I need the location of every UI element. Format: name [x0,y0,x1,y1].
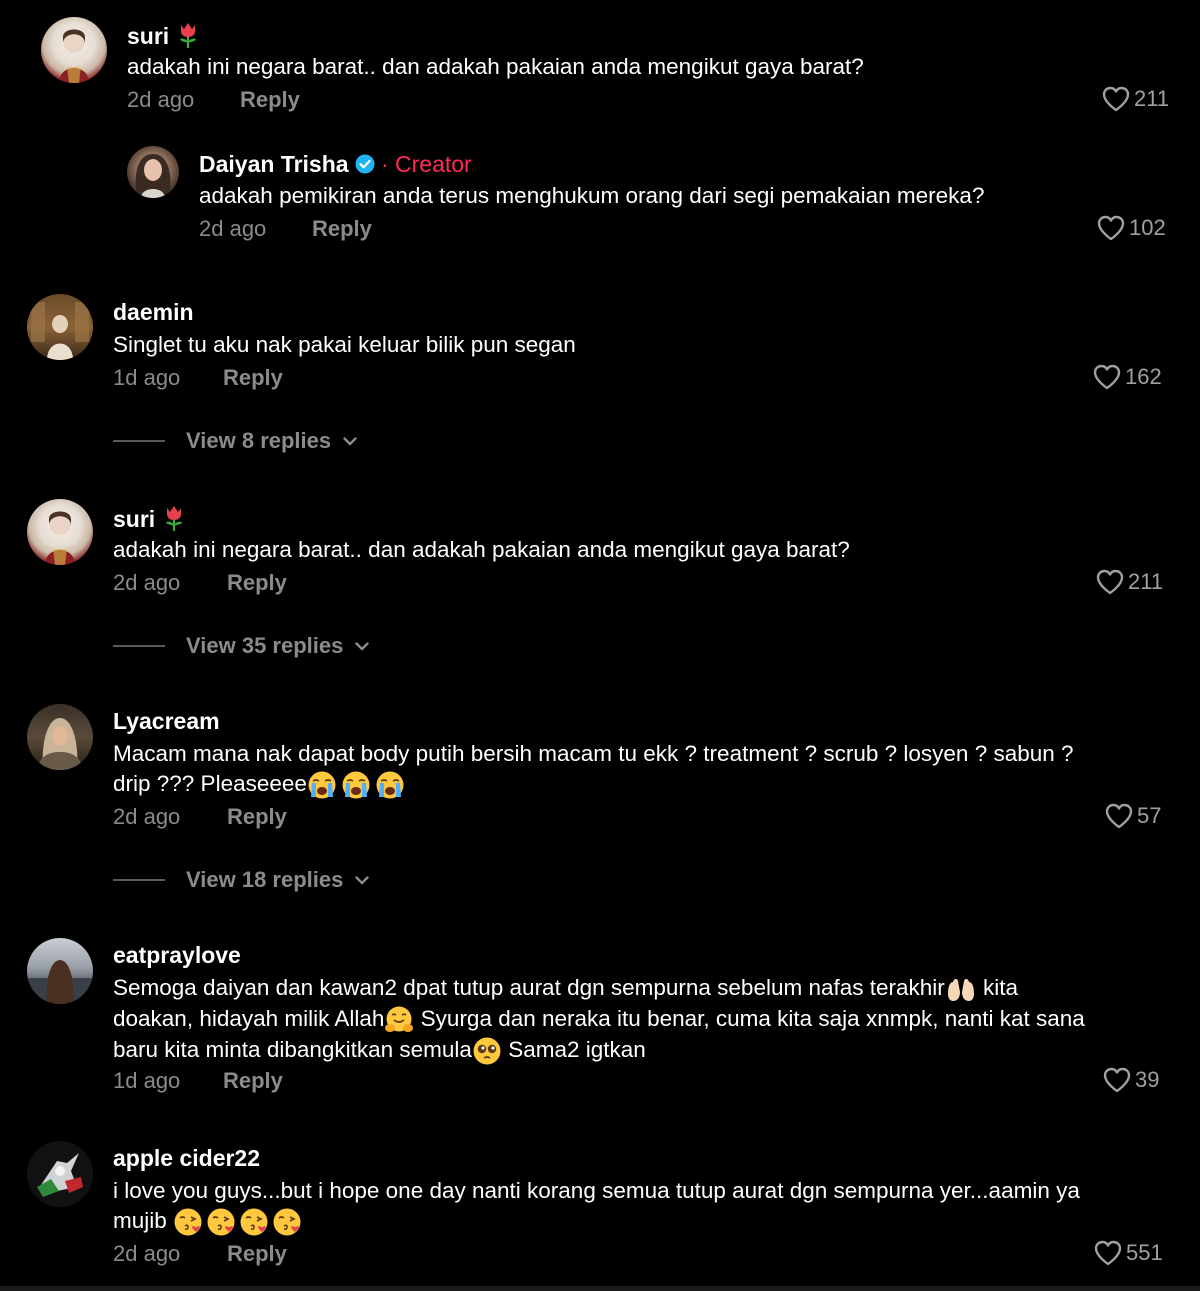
heart-icon [1096,569,1124,595]
divider-line [113,879,165,881]
comment-time: 1d ago [113,1068,181,1093]
comment-text-line: baru kita minta dibangkitkan semula Sama… [113,1035,1183,1066]
comment-username[interactable]: suri [127,21,200,50]
comment-text: Semoga daiyan dan kawan2 dpat tutup aura… [113,973,1183,1066]
comment-username[interactable]: suri [113,504,186,533]
like-count: 102 [1129,215,1166,240]
tulip-icon [162,504,186,532]
like-button[interactable]: 551 [1094,1240,1163,1266]
heart-icon [1094,1240,1122,1266]
tulip-icon [176,21,200,49]
like-button[interactable]: 102 [1097,215,1166,241]
verified-badge-icon [355,154,375,174]
avatar[interactable] [27,704,93,770]
face-blowing-kiss-icon [206,1207,236,1237]
heart-icon [1105,803,1133,829]
like-count: 162 [1125,364,1162,389]
avatar[interactable] [27,499,93,565]
like-button[interactable]: 39 [1103,1067,1159,1093]
divider-line [113,645,165,647]
view-replies-button[interactable]: View 8 replies [113,428,357,454]
heart-icon [1093,364,1121,390]
comment-text-line: mujib [113,1206,1183,1237]
face-blowing-kiss-icon [272,1207,302,1237]
chevron-down-icon [355,876,369,885]
reply-button[interactable]: Reply [240,87,300,113]
avatar-image [27,960,93,1004]
comment-time: 2d ago [113,1241,181,1266]
comment-text-line: doakan, hidayah milik Allah Syurga dan n… [113,1004,1183,1035]
reply-button[interactable]: Reply [223,1068,283,1094]
face-blowing-kiss-icon [173,1207,203,1237]
like-count: 57 [1137,803,1162,828]
like-count: 211 [1134,86,1170,111]
reply-button[interactable]: Reply [227,570,287,596]
reply-button[interactable]: Reply [227,1241,287,1267]
avatar[interactable] [27,294,93,360]
comment-username[interactable]: eatpraylove [113,942,241,969]
chevron-down-icon [343,437,357,446]
avatar[interactable] [127,146,179,198]
comment-time: 2d ago [113,570,181,595]
comment-username[interactable]: Daiyan Trisha · Creator [199,151,472,178]
comment-text: adakah pemikiran anda terus menghukum or… [199,183,985,208]
avatar-image [31,302,89,360]
open-hands-icon [945,974,977,1004]
comment-time: 2d ago [199,216,267,241]
comment-text: Singlet tu aku nak pakai keluar bilik pu… [113,332,576,357]
reply-button[interactable]: Reply [223,365,283,391]
loudly-crying-face-icon [307,770,337,800]
view-replies-button[interactable]: View 18 replies [113,867,369,893]
comment-text: adakah ini negara barat.. dan adakah pak… [127,54,864,79]
avatar-image [135,154,171,198]
like-count: 39 [1135,1067,1160,1092]
like-button[interactable]: 57 [1105,803,1161,829]
avatar[interactable] [41,17,107,83]
comment-time: 1d ago [113,365,181,390]
comment-time: 2d ago [127,87,195,112]
like-count: 211 [1128,569,1164,594]
divider-line [113,440,165,442]
reply-button[interactable]: Reply [227,804,287,830]
like-button[interactable]: 211 [1102,86,1169,112]
comment-text: Macam mana nak dapat body putih bersih m… [113,739,1173,800]
pleading-face-icon [472,1036,502,1066]
heart-icon [1097,215,1125,241]
chevron-down-icon [355,642,369,651]
loudly-crying-face-icon [341,770,371,800]
comment-username[interactable]: apple cider22 [113,1145,260,1172]
like-button[interactable]: 162 [1093,364,1162,390]
comment-text-line: i love you guys...but i hope one day nan… [113,1178,1080,1203]
creator-label: · Creator [380,151,472,177]
avatar-image [45,511,75,565]
avatar-image [37,718,83,770]
heart-icon [1103,1067,1131,1093]
bottom-edge-bar [0,1286,1200,1291]
comment-text: adakah ini negara barat.. dan adakah pak… [113,537,850,562]
like-count: 551 [1126,1240,1163,1265]
avatar[interactable] [27,938,93,1004]
hugging-face-icon [384,1005,414,1035]
avatar[interactable] [27,1141,93,1207]
comment-text-line: drip ??? Pleaseeee [113,769,1173,800]
comment-username[interactable]: daemin [113,299,194,326]
comment-text-line: Semoga daiyan dan kawan2 dpat tutup aura… [113,973,1183,1004]
reply-button[interactable]: Reply [312,216,372,242]
view-replies-button[interactable]: View 35 replies [113,633,369,659]
avatar-image [37,1153,83,1197]
comment-text: i love you guys...but i hope one day nan… [113,1176,1183,1237]
comment-username[interactable]: Lyacream [113,708,220,735]
like-button[interactable]: 211 [1096,569,1163,595]
comment-time: 2d ago [113,804,181,829]
face-blowing-kiss-icon [239,1207,269,1237]
heart-icon [1102,86,1130,112]
comment-text-line: Macam mana nak dapat body putih bersih m… [113,741,1074,766]
loudly-crying-face-icon [375,770,405,800]
avatar-image [59,29,89,83]
